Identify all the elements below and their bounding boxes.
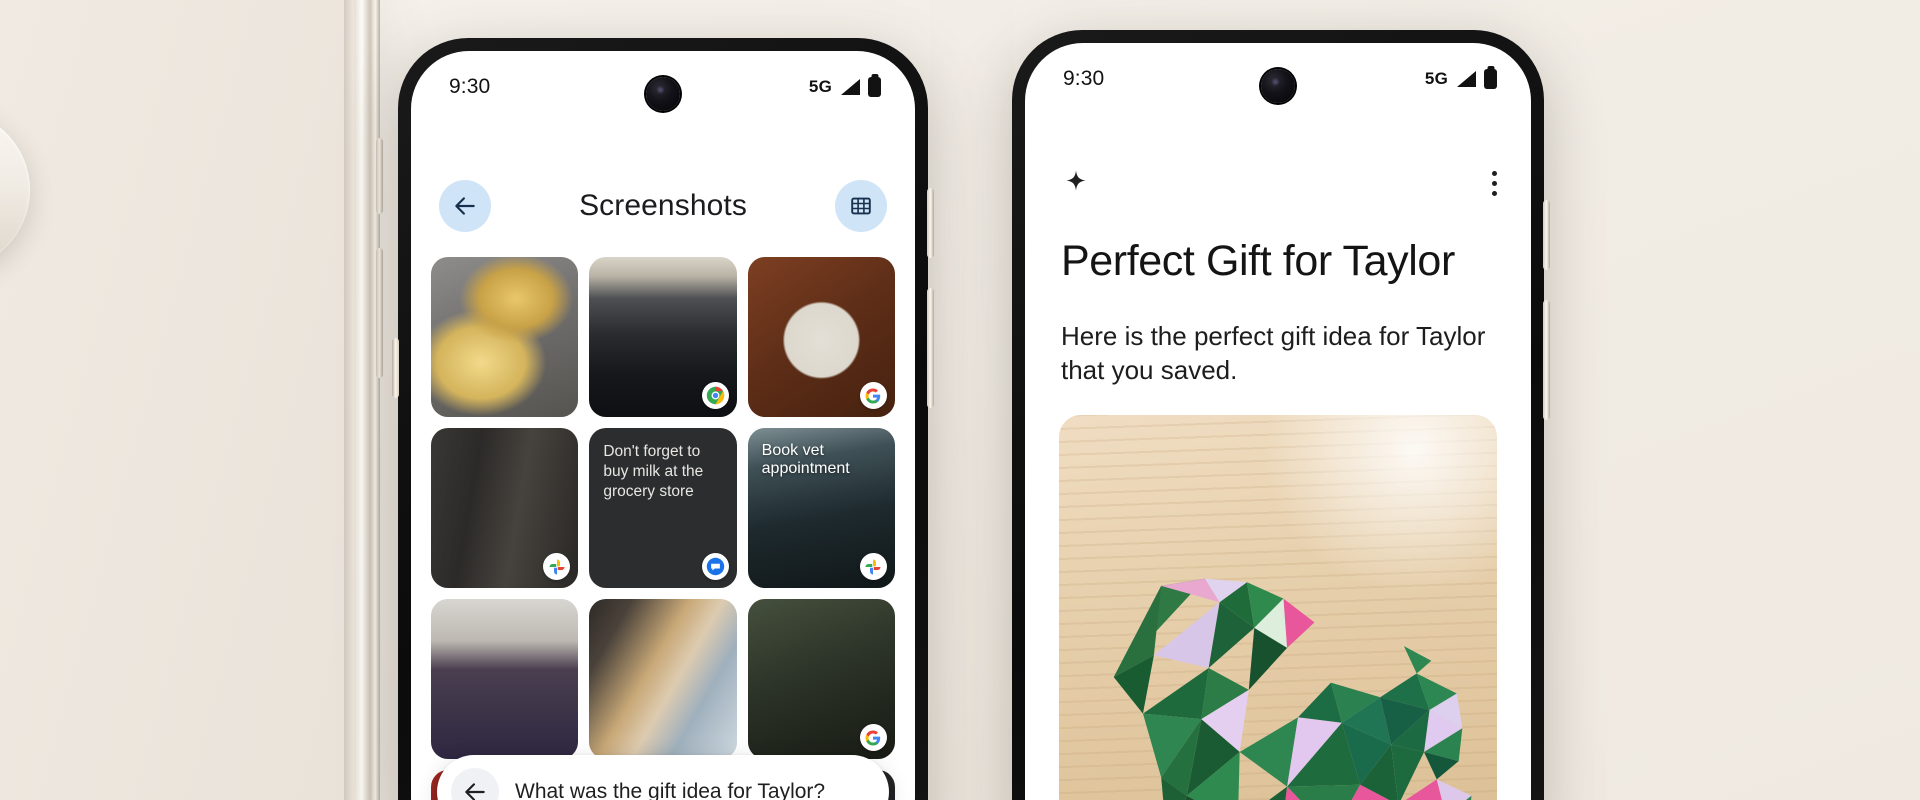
note-text: Book vet appointment (761, 442, 850, 477)
search-query-pill[interactable]: What was the gift idea for Taylor? (437, 755, 889, 800)
screenshot-thumbnail[interactable] (747, 599, 895, 759)
status-indicators: 5G (1425, 69, 1497, 89)
screenshots-grid-container[interactable]: Don't forget to buy milk at the grocery … (411, 257, 915, 800)
google-g-icon (865, 730, 881, 745)
google-photos-icon (549, 559, 565, 574)
sim-tray (392, 338, 399, 398)
signal-bars-icon (841, 79, 860, 95)
search-back-button[interactable] (451, 768, 499, 800)
signal-bars-icon (1457, 71, 1476, 87)
google-photos-icon (865, 559, 881, 574)
search-query-text: What was the gift idea for Taylor? (515, 780, 826, 800)
volume-rocker-button[interactable] (376, 248, 383, 378)
messages-icon (706, 557, 724, 576)
phone-screen: 9:30 5G Screenshots Don't forget to buy … (411, 51, 915, 800)
phone-rail-inner-edge (344, 0, 354, 800)
screenshot-thumbnail[interactable] (431, 428, 579, 588)
note-screenshot-card[interactable]: Book vet appointment (747, 428, 895, 588)
pixel-phone-back: G (0, 0, 383, 800)
background-gap-strip (930, 0, 1014, 800)
google-g-icon (865, 388, 881, 403)
answer-image[interactable] (1059, 415, 1497, 800)
thumbnail-image (431, 599, 579, 759)
screenshot-thumbnail[interactable] (589, 599, 737, 759)
volume-rocker-button[interactable] (927, 288, 934, 408)
arrow-back-icon (465, 783, 485, 800)
google-photos-badge-icon (859, 553, 887, 580)
front-camera-punch-hole (1261, 69, 1295, 103)
pixel-phone-screenshots-app: 9:30 5G Screenshots Don't forget to buy … (392, 33, 934, 800)
app-header: Screenshots (411, 169, 915, 243)
phone-side-rail (354, 0, 380, 800)
note-screenshot-card[interactable]: Don't forget to buy milk at the grocery … (589, 428, 737, 588)
screenshot-thumbnail[interactable] (431, 599, 579, 759)
ai-sparkle-icon (1066, 170, 1086, 191)
power-button[interactable] (376, 138, 383, 214)
page-title: Screenshots (579, 189, 747, 222)
answer-title: Perfect Gift for Taylor (1061, 237, 1455, 285)
camera-bar (0, 110, 30, 270)
grid-view-button[interactable] (835, 180, 887, 232)
battery-full-icon (868, 77, 881, 97)
more-options-button[interactable] (1492, 170, 1497, 196)
kebab-dot (1492, 190, 1497, 196)
thumbnail-image (431, 257, 579, 417)
kebab-dot (1492, 170, 1497, 176)
kebab-dot (1492, 180, 1497, 186)
power-button[interactable] (927, 188, 934, 258)
note-text: Don't forget to buy milk at the grocery … (603, 443, 704, 500)
network-label: 5G (808, 77, 832, 96)
status-clock: 9:30 (449, 75, 491, 98)
battery-full-icon (1484, 69, 1497, 89)
pixel-phone-ai-answer: 9:30 5G Perfect Gift for Taylor Here is … (1007, 25, 1550, 800)
grid-view-icon (851, 197, 871, 215)
status-indicators: 5G (809, 77, 881, 97)
power-button[interactable] (1543, 200, 1550, 270)
chrome-icon (706, 386, 724, 405)
arrow-back-icon (455, 197, 475, 215)
volume-rocker-button[interactable] (1543, 300, 1550, 420)
status-clock: 9:30 (1063, 67, 1105, 90)
phone-screen: 9:30 5G Perfect Gift for Taylor Here is … (1025, 43, 1531, 800)
messages-badge-icon (701, 553, 729, 580)
screenshot-thumbnail[interactable] (589, 257, 737, 417)
network-label: 5G (1424, 69, 1448, 88)
chrome-badge-icon (701, 382, 729, 409)
green-papercraft-squirrel-photo (1113, 578, 1472, 800)
back-button[interactable] (439, 180, 491, 232)
answer-body-text: Here is the perfect gift idea for Taylor… (1061, 321, 1486, 386)
front-camera-punch-hole (646, 77, 680, 111)
screenshot-stage: G 9:30 5G (0, 0, 1920, 800)
thumbnail-image (589, 599, 737, 759)
screenshot-thumbnail[interactable] (431, 257, 579, 417)
ai-answer-header (1025, 155, 1531, 211)
screenshots-grid: Don't forget to buy milk at the grocery … (431, 257, 895, 800)
google-badge-icon (859, 382, 887, 409)
google-badge-icon (859, 724, 887, 751)
screenshot-thumbnail[interactable] (747, 257, 895, 417)
